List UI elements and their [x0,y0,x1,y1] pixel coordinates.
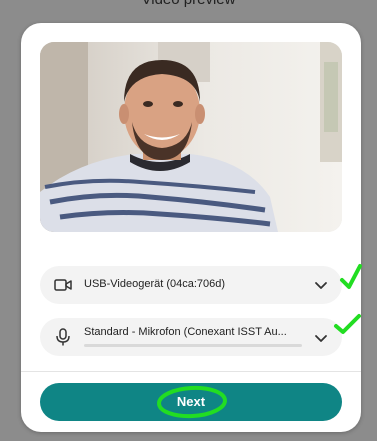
microphone-icon [56,328,70,346]
camera-preview [40,42,342,232]
microphone-select-value: Standard - Mikrofon (Conexant ISST Au... [84,326,287,338]
camera-select[interactable]: USB-Videogerät (04ca:706d) [40,266,342,304]
device-setup-dialog: USB-Videogerät (04ca:706d) Standard - Mi… [21,23,361,432]
divider [21,371,361,372]
chevron-down-icon[interactable] [314,331,328,345]
top-caption: Video preview [0,0,377,9]
video-camera-icon [54,279,72,291]
camera-preview-image [40,42,342,232]
microphone-select[interactable]: Standard - Mikrofon (Conexant ISST Au... [40,318,342,356]
microphone-level-meter [84,344,302,347]
camera-select-value: USB-Videogerät (04ca:706d) [84,278,226,290]
chevron-down-icon[interactable] [314,278,328,292]
next-button[interactable]: Next [40,383,342,421]
